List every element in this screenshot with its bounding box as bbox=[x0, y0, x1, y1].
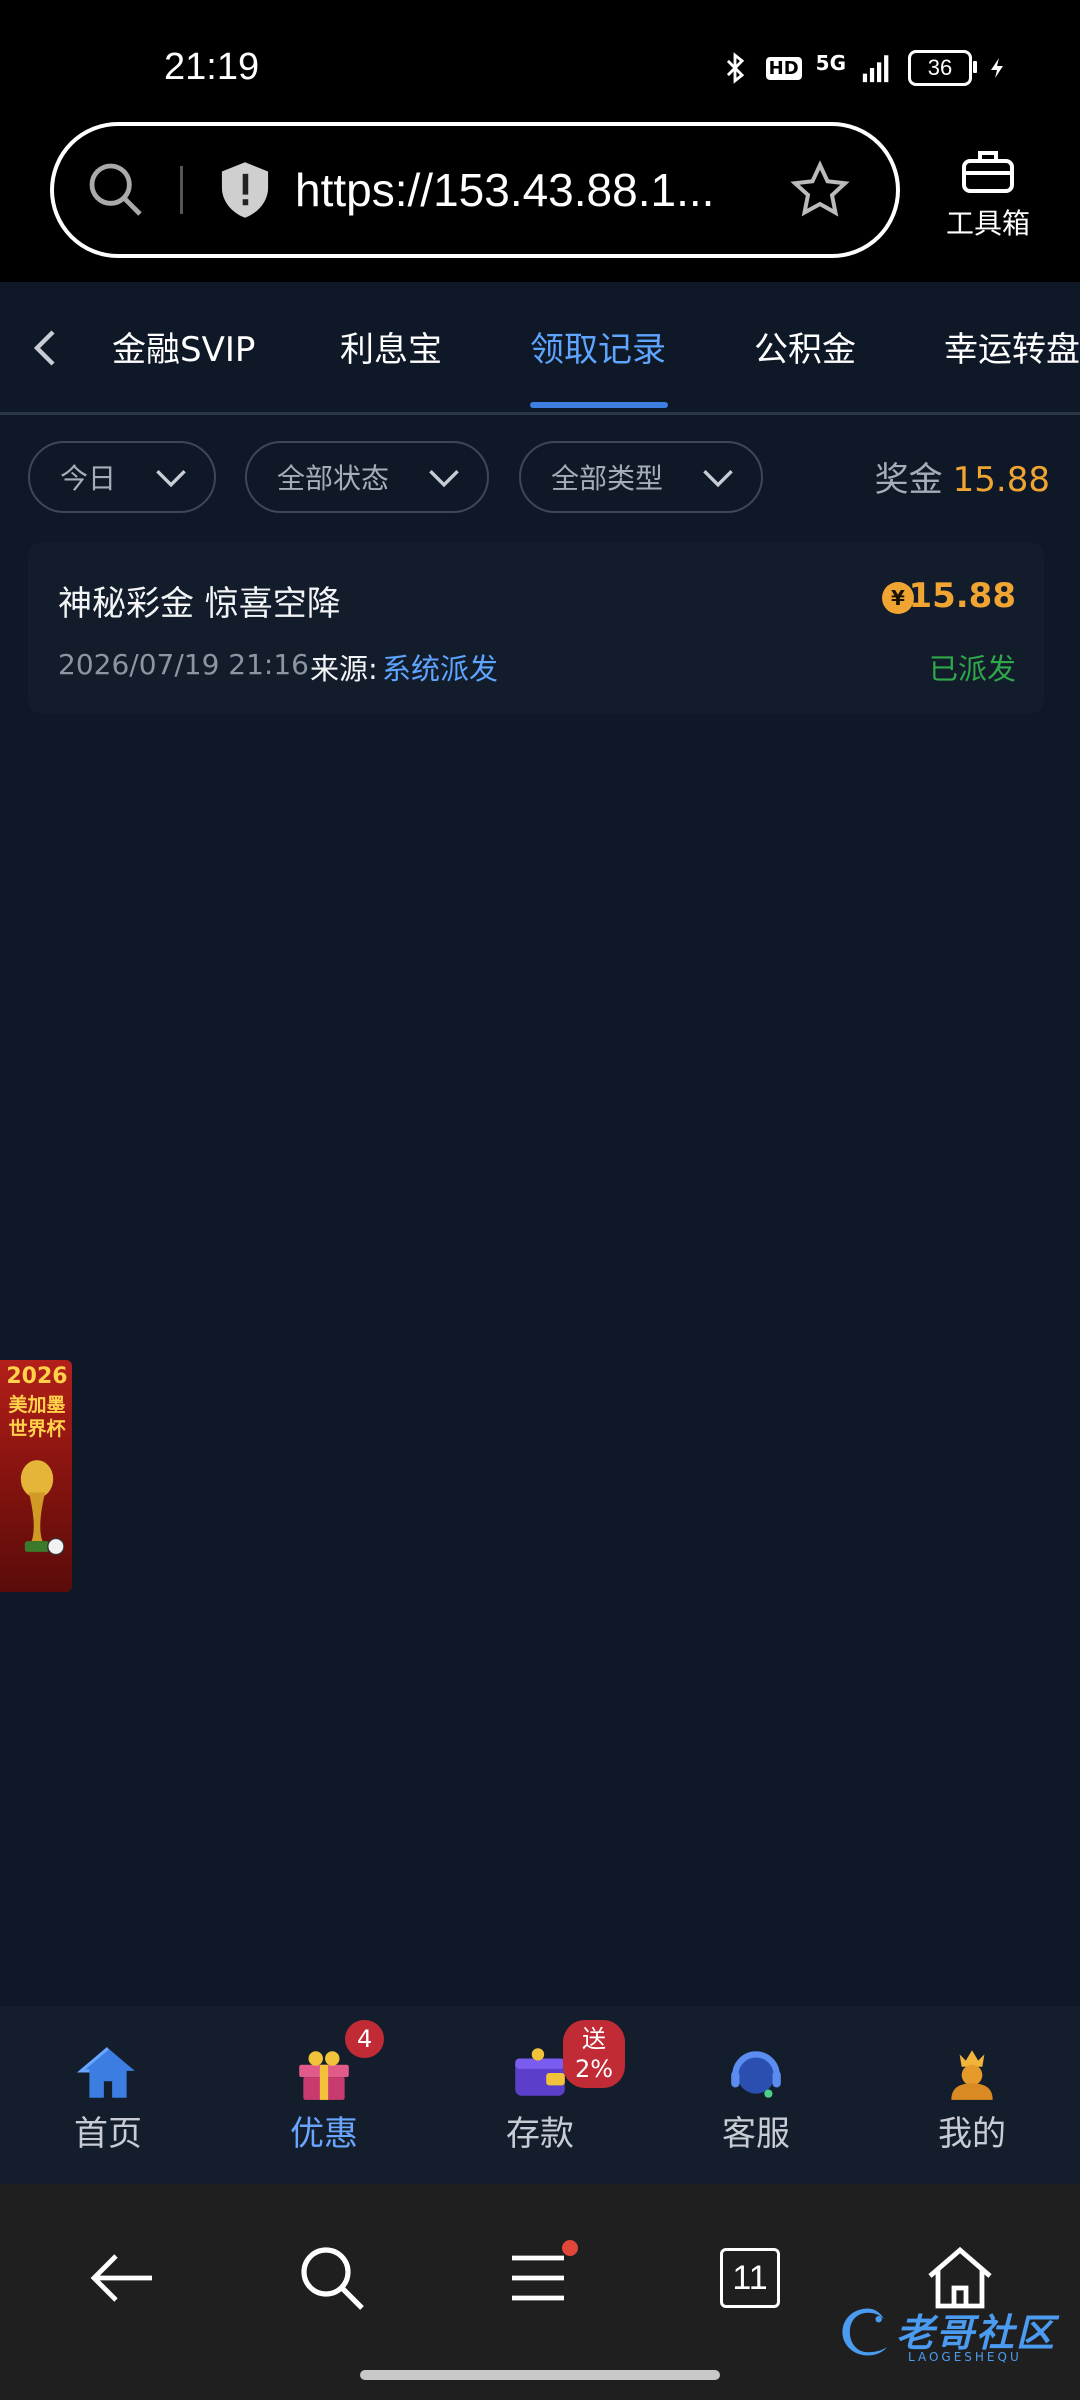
nav-profile[interactable]: 我的 bbox=[907, 2044, 1037, 2155]
banner-line2: 美加墨 bbox=[8, 1394, 66, 1416]
record-amount: 15.88 bbox=[908, 576, 1016, 616]
banner-line3: 世界杯 bbox=[8, 1418, 66, 1440]
toolbox-button[interactable]: 工具箱 bbox=[938, 146, 1038, 242]
chevron-down-icon bbox=[703, 469, 733, 488]
record-status: 已派发 bbox=[928, 652, 1016, 686]
tab-provident-fund[interactable]: 公积金 bbox=[754, 322, 856, 371]
nav-profile-label: 我的 bbox=[938, 2114, 1006, 2154]
security-shield-icon[interactable] bbox=[217, 160, 273, 220]
hd-icon: HD bbox=[765, 56, 802, 80]
profile-icon bbox=[951, 2050, 993, 2100]
status-time: 21:19 bbox=[164, 46, 260, 88]
tabs-button[interactable]: 11 bbox=[710, 2238, 790, 2318]
tab-financial-svip[interactable]: 金融SVIP bbox=[112, 322, 255, 371]
bonus-amount: 15.88 bbox=[952, 460, 1050, 500]
headset-icon bbox=[731, 2051, 781, 2098]
category-tabs: 金融SVIP 利息宝 领取记录 公积金 幸运转盘 bbox=[0, 282, 1080, 415]
date-filter-dropdown[interactable]: 今日 bbox=[28, 441, 216, 513]
nav-promotions-label: 优惠 bbox=[290, 2114, 358, 2154]
nav-promotions[interactable]: 优惠 4 bbox=[259, 2020, 389, 2155]
record-source: 系统派发 bbox=[382, 652, 499, 686]
charging-icon bbox=[991, 58, 1003, 78]
record-date: 2026/07/19 21:16 bbox=[58, 648, 309, 681]
record-source-label: 来源: bbox=[310, 652, 378, 686]
search-icon[interactable] bbox=[292, 2238, 372, 2318]
trophy-icon bbox=[20, 1460, 64, 1556]
bonus-label: 奖金 bbox=[874, 460, 943, 500]
watermark-logo: 老哥社区 LAOGESHEQU bbox=[836, 2300, 1066, 2370]
status-filter-dropdown[interactable]: 全部状态 bbox=[245, 441, 489, 513]
tabs-count: 11 bbox=[720, 2248, 780, 2308]
search-icon[interactable] bbox=[84, 158, 148, 222]
toolbox-icon bbox=[962, 151, 1014, 193]
world-cup-float-banner[interactable]: 2026 美加墨 世界杯 bbox=[0, 1360, 72, 1592]
gesture-home-bar[interactable] bbox=[360, 2370, 720, 2380]
nav-home-label: 首页 bbox=[74, 2114, 142, 2154]
watermark-subtext: LAOGESHEQU bbox=[908, 2350, 1022, 2364]
dragon-logo-icon bbox=[842, 2308, 888, 2356]
menu-icon[interactable] bbox=[500, 2238, 580, 2318]
record-title: 神秘彩金 惊喜空降 bbox=[58, 584, 341, 624]
nav-customer-service[interactable]: 客服 bbox=[691, 2044, 821, 2155]
active-tab-indicator bbox=[530, 402, 668, 408]
wallet-icon bbox=[515, 2048, 565, 2096]
signal-icon bbox=[862, 55, 889, 83]
type-filter-dropdown[interactable]: 全部类型 bbox=[519, 441, 763, 513]
bookmark-star-icon[interactable] bbox=[790, 160, 850, 220]
nav-customer-service-label: 客服 bbox=[722, 2114, 790, 2154]
5g-icon: 5G bbox=[815, 51, 846, 75]
tab-interest-treasure[interactable]: 利息宝 bbox=[340, 322, 442, 371]
status-icons: HD 5G 36 bbox=[718, 50, 1010, 86]
toolbox-label: 工具箱 bbox=[945, 207, 1030, 240]
tab-lucky-wheel[interactable]: 幸运转盘 bbox=[944, 322, 1080, 371]
nav-home[interactable]: 首页 bbox=[43, 2044, 173, 2155]
app-bottom-nav: 首页 优惠 4 存款 送2% 客服 我的 bbox=[0, 2006, 1080, 2184]
chevron-left-icon[interactable] bbox=[30, 328, 60, 368]
record-card: 神秘彩金 惊喜空降 ¥ 15.88 2026/07/19 21:16 来源: 系… bbox=[28, 542, 1044, 714]
tab-claim-records[interactable]: 领取记录 bbox=[530, 322, 666, 371]
watermark-text: 老哥社区 bbox=[896, 2311, 1057, 2355]
chevron-down-icon bbox=[429, 469, 459, 488]
deposit-badge: 送2% bbox=[563, 2020, 626, 2088]
battery-level: 36 bbox=[927, 55, 953, 80]
address-bar[interactable]: https://153.43.88.1... bbox=[50, 122, 900, 258]
chevron-down-icon bbox=[156, 469, 186, 488]
divider bbox=[180, 166, 183, 214]
status-filter-label: 全部状态 bbox=[277, 462, 390, 495]
browser-toolbar: https://153.43.88.1... 工具箱 bbox=[0, 110, 1080, 282]
home-icon bbox=[77, 2047, 135, 2098]
type-filter-label: 全部类型 bbox=[551, 462, 664, 495]
nav-deposit-label: 存款 bbox=[506, 2114, 574, 2154]
date-filter-label: 今日 bbox=[60, 462, 117, 495]
bluetooth-icon bbox=[726, 52, 744, 84]
url-text[interactable]: https://153.43.88.1... bbox=[295, 163, 745, 217]
banner-year: 2026 bbox=[6, 1364, 68, 1389]
back-arrow-icon[interactable] bbox=[84, 2238, 164, 2318]
gift-icon bbox=[299, 2051, 349, 2100]
battery-icon: 36 bbox=[908, 50, 977, 86]
nav-deposit[interactable]: 存款 送2% bbox=[475, 2020, 626, 2155]
promotions-badge: 4 bbox=[345, 2020, 385, 2058]
bonus-total: 奖金 15.88 bbox=[875, 452, 1050, 501]
